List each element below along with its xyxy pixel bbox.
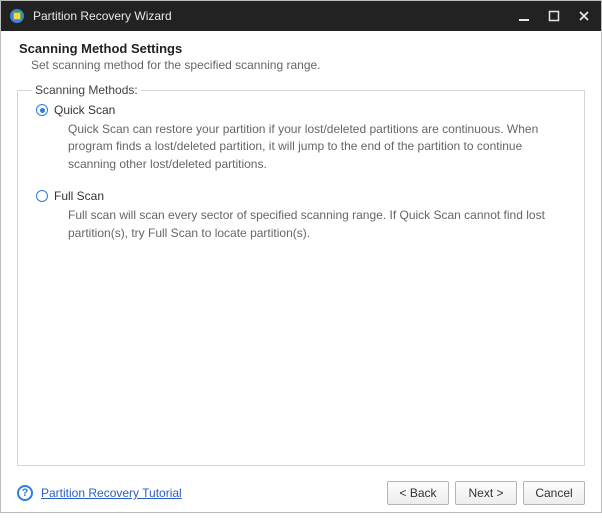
wizard-footer: ? Partition Recovery Tutorial < Back Nex… [1, 466, 601, 520]
group-label: Scanning Methods: [32, 83, 141, 97]
quick-scan-option: Quick Scan Quick Scan can restore your p… [36, 103, 566, 173]
maximize-button[interactable] [543, 5, 565, 27]
cancel-button[interactable]: Cancel [523, 481, 585, 505]
help-icon[interactable]: ? [17, 485, 33, 501]
radio-icon [36, 104, 48, 116]
full-scan-description: Full scan will scan every sector of spec… [68, 207, 566, 242]
full-scan-option: Full Scan Full scan will scan every sect… [36, 189, 566, 242]
quick-scan-radio-row[interactable]: Quick Scan [36, 103, 566, 117]
app-icon [9, 8, 25, 24]
page-subtitle: Set scanning method for the specified sc… [19, 58, 583, 72]
window-controls [513, 5, 595, 27]
quick-scan-title: Quick Scan [54, 103, 115, 117]
radio-icon [36, 190, 48, 202]
titlebar: Partition Recovery Wizard [1, 1, 601, 31]
full-scan-radio-row[interactable]: Full Scan [36, 189, 566, 203]
wizard-buttons: < Back Next > Cancel [387, 481, 585, 505]
scanning-methods-group: Scanning Methods: Quick Scan Quick Scan … [17, 90, 585, 466]
window-title: Partition Recovery Wizard [33, 9, 513, 23]
back-button[interactable]: < Back [387, 481, 449, 505]
page-title: Scanning Method Settings [19, 41, 583, 56]
next-button[interactable]: Next > [455, 481, 517, 505]
tutorial-link[interactable]: Partition Recovery Tutorial [41, 486, 182, 500]
close-button[interactable] [573, 5, 595, 27]
quick-scan-description: Quick Scan can restore your partition if… [68, 121, 566, 173]
minimize-button[interactable] [513, 5, 535, 27]
full-scan-title: Full Scan [54, 189, 104, 203]
help-area: ? Partition Recovery Tutorial [17, 485, 182, 501]
wizard-header: Scanning Method Settings Set scanning me… [1, 31, 601, 84]
